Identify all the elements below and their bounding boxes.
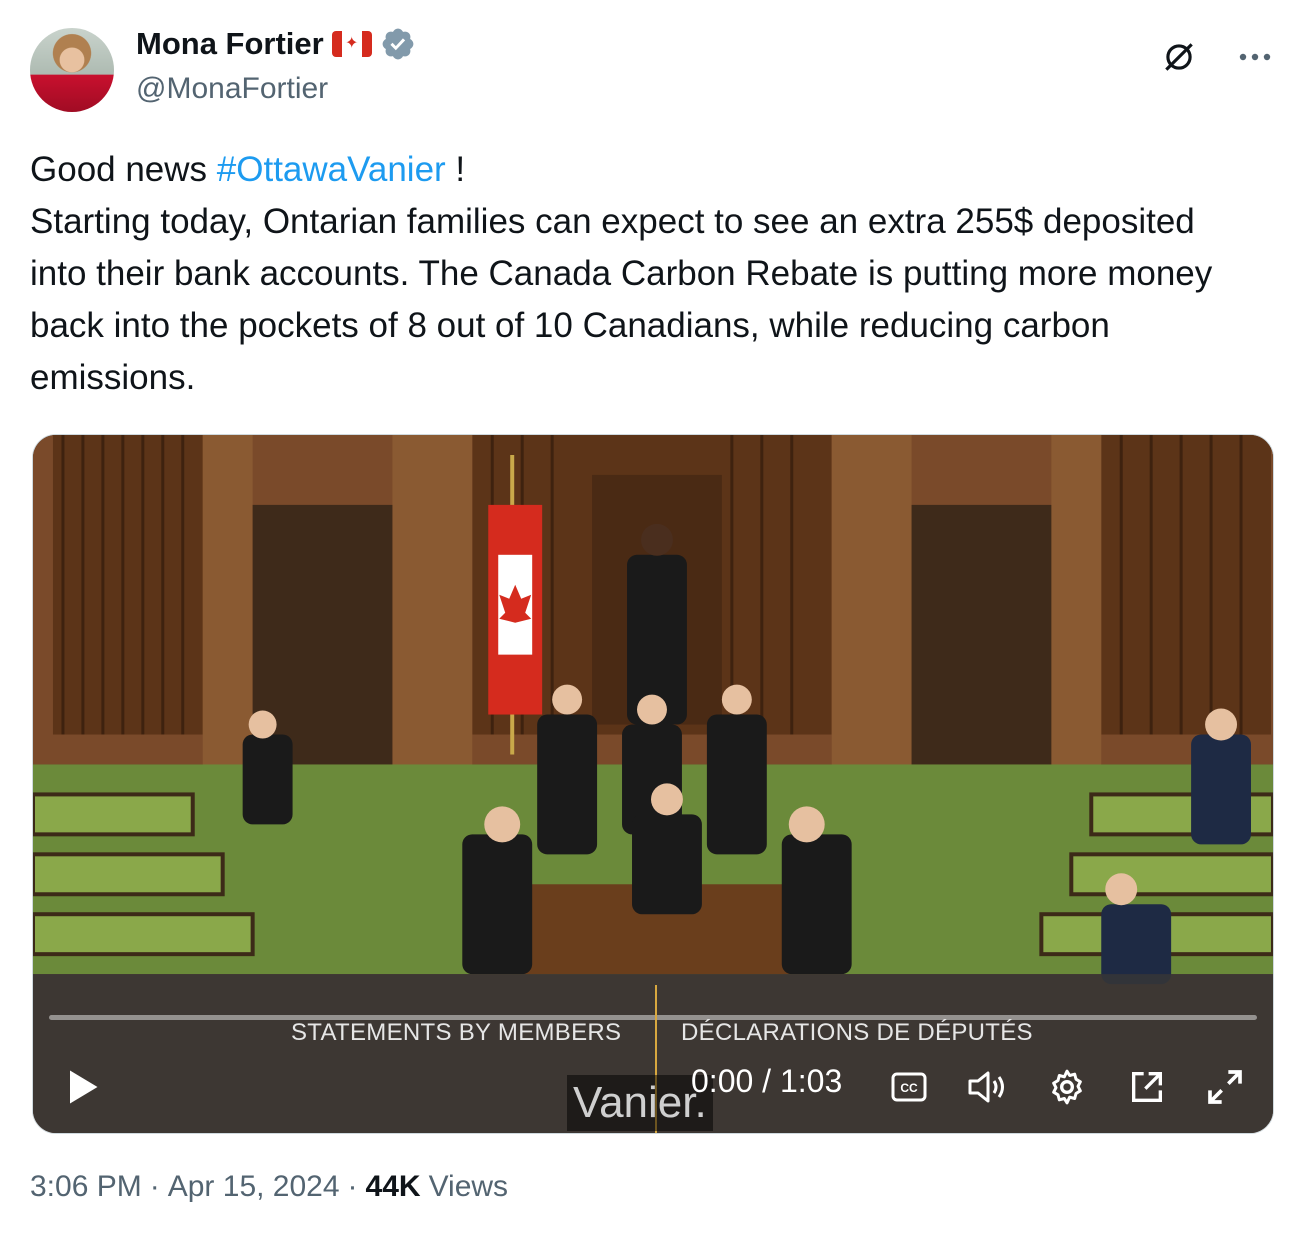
caption-french: DÉCLARATIONS DE DÉPUTÉS bbox=[681, 1019, 1033, 1046]
views-label: Views bbox=[428, 1170, 509, 1203]
meta-separator: · bbox=[347, 1170, 358, 1203]
caption-english: STATEMENTS BY MEMBERS bbox=[291, 1019, 622, 1046]
fullscreen-icon[interactable] bbox=[1203, 1065, 1247, 1109]
tweet-meta: 3:06 PM · Apr 15, 2024 · 44K Views bbox=[30, 1170, 508, 1204]
play-icon[interactable] bbox=[59, 1065, 103, 1109]
tweet-actions-top bbox=[1158, 36, 1276, 78]
grok-icon[interactable] bbox=[1158, 36, 1200, 78]
tweet-time[interactable]: 3:06 PM bbox=[30, 1170, 142, 1204]
meta-separator: · bbox=[149, 1170, 160, 1203]
canada-flag-icon: ✦ bbox=[331, 31, 372, 57]
video-progress-bar[interactable] bbox=[49, 1015, 1257, 1020]
volume-icon[interactable] bbox=[965, 1065, 1009, 1109]
tweet-date[interactable]: Apr 15, 2024 bbox=[168, 1170, 340, 1204]
hashtag-link[interactable]: #OttawaVanier bbox=[217, 150, 446, 189]
more-options-icon[interactable] bbox=[1234, 36, 1276, 78]
avatar[interactable] bbox=[30, 28, 114, 112]
verified-badge-icon[interactable] bbox=[380, 26, 416, 62]
tweet-text: Good news #OttawaVanier ! Starting today… bbox=[30, 144, 1260, 404]
tweet-text-intro: Good news bbox=[30, 150, 217, 189]
settings-gear-icon[interactable] bbox=[1045, 1065, 1089, 1109]
author-handle[interactable]: @MonaFortier bbox=[136, 72, 328, 106]
author-name[interactable]: Mona Fortier bbox=[136, 26, 324, 62]
views-count[interactable]: 44K bbox=[366, 1170, 421, 1204]
video-time: 0:00 / 1:03 bbox=[691, 1063, 843, 1099]
svg-text:CC: CC bbox=[900, 1081, 918, 1095]
closed-captions-icon[interactable]: CC bbox=[887, 1065, 931, 1109]
pop-out-icon[interactable] bbox=[1125, 1065, 1169, 1109]
author-name-row: Mona Fortier ✦ bbox=[136, 26, 416, 62]
video-frame bbox=[33, 435, 1273, 1133]
video-player[interactable]: STATEMENTS BY MEMBERS DÉCLARATIONS DE DÉ… bbox=[32, 434, 1274, 1134]
